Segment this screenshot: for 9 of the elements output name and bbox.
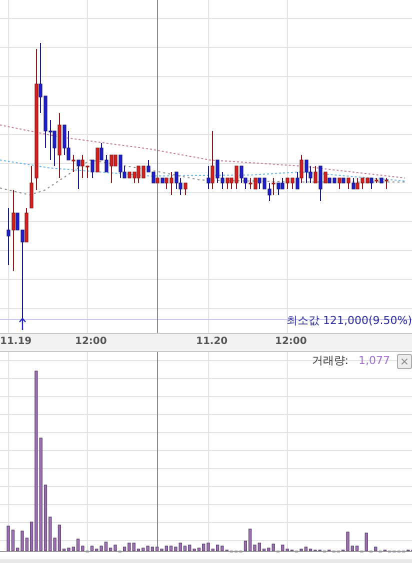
close-button[interactable]: × [397,354,412,369]
volume-label: 거래량: [312,354,348,368]
time-label: 11.20 [196,336,228,348]
volume-value: 1,077 [358,354,390,368]
min-value-label: 최소값 121,000(9.50%) [286,314,412,328]
time-label: 11.19 [0,336,32,348]
up-arrow-icon [18,318,26,331]
time-label: 12:00 [275,336,307,348]
time-label: 12:00 [75,336,107,348]
